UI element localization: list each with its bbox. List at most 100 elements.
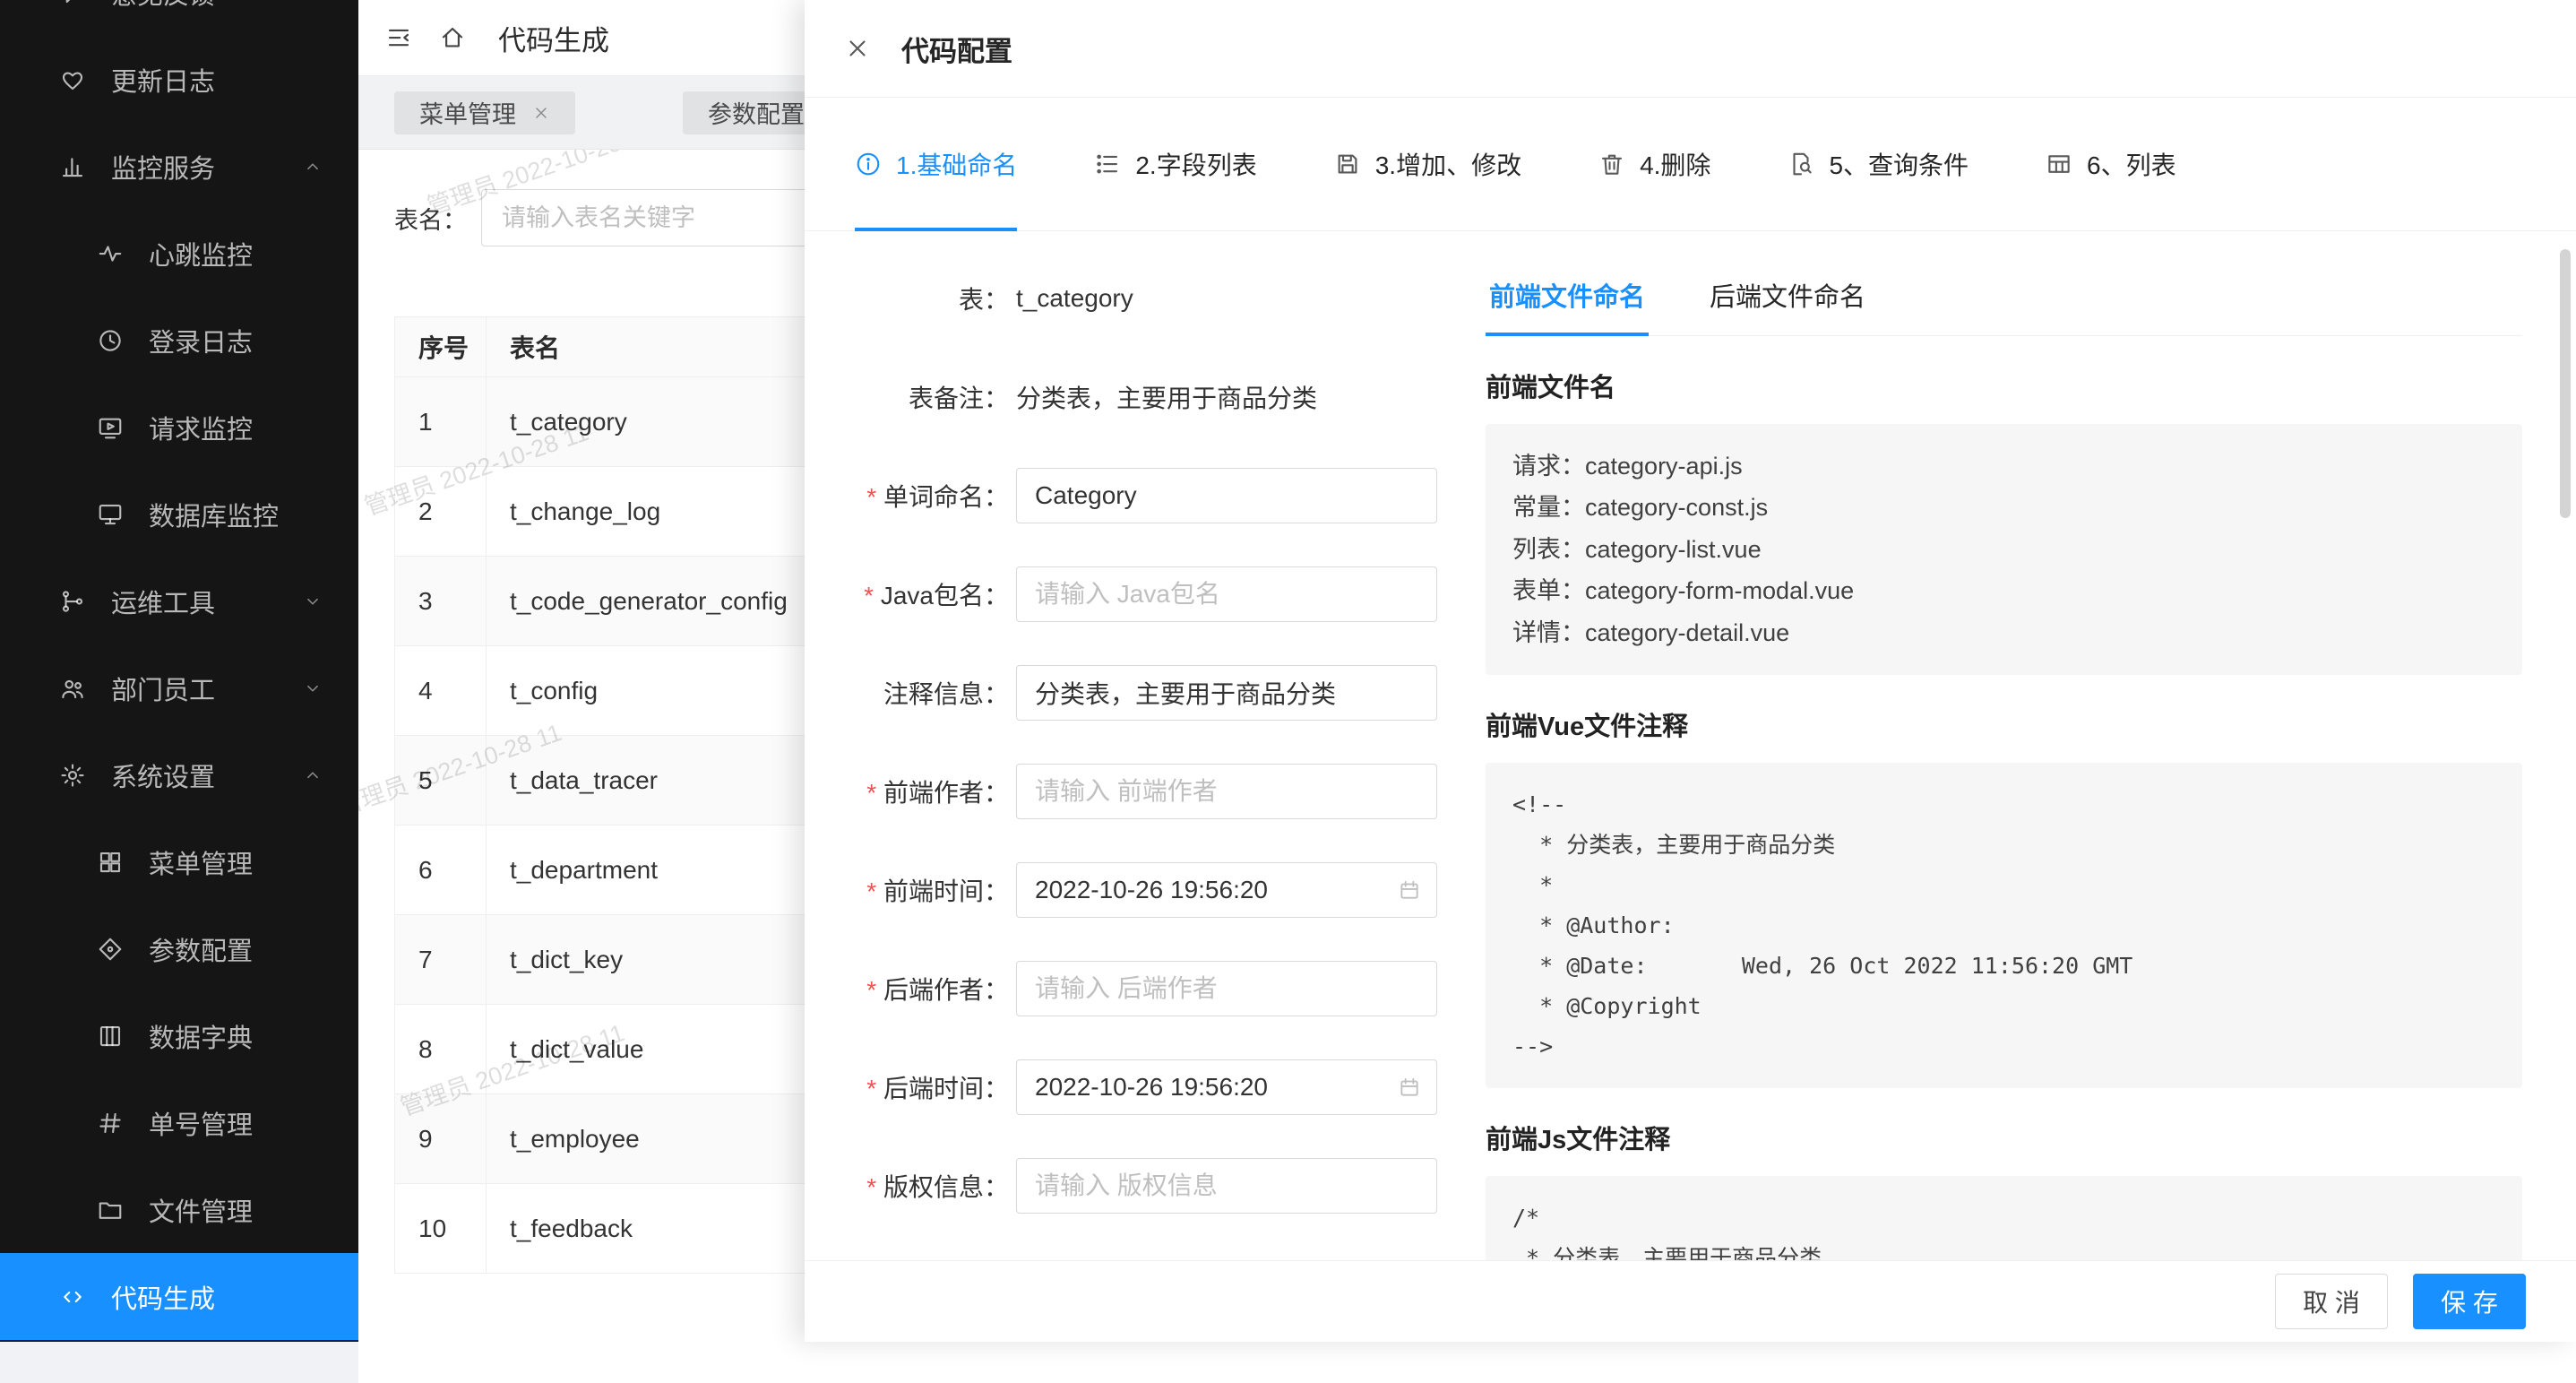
page-tab-label: 菜单管理 — [419, 95, 516, 130]
sidebar-item-7[interactable]: 数据库监控 — [0, 471, 358, 558]
row-index-cell: 10 — [395, 1184, 487, 1274]
sidebar-item-10[interactable]: 系统设置 — [0, 731, 358, 818]
save-button[interactable]: 保 存 — [2413, 1274, 2526, 1329]
sidebar-item-label: 心跳监控 — [149, 235, 253, 272]
calendar-icon[interactable] — [1398, 878, 1421, 902]
code-gen-icon — [57, 1284, 88, 1310]
step-tab-1[interactable]: 1.基础命名 — [855, 98, 1017, 230]
close-icon[interactable] — [844, 35, 871, 62]
info-circle-icon — [855, 151, 882, 177]
data-dict-icon — [95, 1023, 125, 1050]
sidebar-item-label: 运维工具 — [111, 583, 215, 620]
form-input-5[interactable] — [1016, 862, 1437, 918]
sidebar-item-8[interactable]: 运维工具 — [0, 558, 358, 644]
chevron-down-icon — [303, 592, 323, 611]
sidebar-item-2[interactable]: 更新日志 — [0, 36, 358, 123]
step-tab-6[interactable]: 6、列表 — [2046, 98, 2176, 230]
section-box: <!-- * 分类表，主要用于商品分类 * * @Author: * @Date… — [1486, 763, 2522, 1088]
menu-fold-icon[interactable] — [385, 24, 412, 51]
panel-tab-1[interactable]: 前端文件命名 — [1486, 271, 1649, 335]
sidebar-item-label: 文件管理 — [149, 1191, 253, 1229]
step-tab-4[interactable]: 4.删除 — [1598, 98, 1710, 230]
request-monitor-icon — [95, 414, 125, 441]
sidebar-item-13[interactable]: 数据字典 — [0, 992, 358, 1079]
home-icon[interactable] — [439, 24, 466, 51]
form-input-2[interactable] — [1016, 566, 1437, 622]
row-index-cell: 9 — [395, 1094, 487, 1184]
form-input-1[interactable] — [1016, 468, 1437, 523]
section-title: 前端文件名 — [1486, 367, 2522, 404]
form-label: 单词命名： — [840, 478, 1009, 514]
form-label: 前端作者： — [840, 774, 1009, 809]
code-line: * 分类表，主要用于商品分类 — [1512, 1238, 2495, 1260]
code-line: * @Date: Wed, 26 Oct 2022 11:56:20 GMT — [1512, 946, 2495, 986]
step-tab-2[interactable]: 2.字段列表 — [1094, 98, 1256, 230]
panel-tabs: 前端文件命名后端文件命名 — [1486, 271, 2522, 336]
table-grid-icon — [2046, 151, 2072, 177]
chevron-up-icon — [303, 157, 323, 177]
step-tab-3[interactable]: 3.增加、修改 — [1334, 98, 1521, 230]
code-line: 表单：category-form-modal.vue — [1512, 570, 2495, 611]
page-tab-1[interactable]: 菜单管理 — [394, 91, 575, 134]
code-line: /* — [1512, 1197, 2495, 1238]
code-line: 详情：category-detail.vue — [1512, 612, 2495, 653]
row-index-cell: 5 — [395, 736, 487, 825]
monitor-service-icon — [57, 153, 88, 180]
form-input-7[interactable] — [1016, 1059, 1437, 1115]
panel-tab-2[interactable]: 后端文件命名 — [1706, 271, 1869, 335]
form-field-row-6: 后端作者： — [840, 961, 1443, 1016]
form-field-row-1: 单词命名： — [840, 468, 1443, 523]
section-box: /* * 分类表，主要用于商品分类 * * @Author: — [1486, 1176, 2522, 1260]
drawer-footer: 取 消 保 存 — [805, 1260, 2576, 1342]
menu-manage-icon — [95, 849, 125, 876]
sidebar-item-4[interactable]: 心跳监控 — [0, 210, 358, 297]
sidebar-item-15[interactable]: 文件管理 — [0, 1166, 358, 1253]
form-label: 表： — [840, 281, 1009, 316]
sidebar-item-5[interactable]: 登录日志 — [0, 297, 358, 384]
step-tab-5[interactable]: 5、查询条件 — [1788, 98, 1969, 230]
chevron-up-icon — [303, 765, 323, 785]
step-label: 1.基础命名 — [896, 146, 1017, 182]
calendar-icon[interactable] — [1398, 1076, 1421, 1099]
sidebar-item-14[interactable]: 单号管理 — [0, 1079, 358, 1166]
feedback-icon — [57, 0, 88, 6]
scrollbar-thumb[interactable] — [2560, 249, 2571, 518]
code-line: * @Copyright — [1512, 986, 2495, 1026]
sidebar-item-6[interactable]: 请求监控 — [0, 384, 358, 471]
section-title: 前端Vue文件注释 — [1486, 705, 2522, 743]
drawer-title: 代码配置 — [901, 29, 1012, 69]
form-label: 注释信息： — [840, 675, 1009, 711]
form-input-3[interactable] — [1016, 665, 1437, 721]
panel-sections: 前端文件名请求：category-api.js常量：category-const… — [1486, 367, 2522, 1260]
cancel-button[interactable]: 取 消 — [2275, 1274, 2388, 1329]
db-monitor-icon — [95, 501, 125, 528]
sidebar-item-1[interactable]: 意见反馈 — [0, 0, 358, 36]
sidebar-item-label: 部门员工 — [111, 670, 215, 707]
column-header: 序号 — [395, 317, 487, 377]
code-line: 常量：category-const.js — [1512, 487, 2495, 528]
form-input-4[interactable] — [1016, 764, 1437, 819]
sidebar-item-label: 数据库监控 — [149, 496, 279, 533]
sidebar-item-9[interactable]: 部门员工 — [0, 644, 358, 731]
sidebar-item-label: 菜单管理 — [149, 843, 253, 881]
sidebar-menu: 意见反馈更新日志监控服务心跳监控登录日志请求监控数据库监控运维工具部门员工系统设… — [0, 0, 358, 1340]
ops-tools-icon — [57, 588, 88, 615]
form-static-row: 表：t_category — [840, 271, 1443, 326]
row-index-cell: 1 — [395, 377, 487, 467]
form-label: 版权信息： — [840, 1168, 1009, 1204]
sidebar-item-16[interactable]: 代码生成 — [0, 1253, 358, 1340]
code-line: * 分类表，主要用于商品分类 — [1512, 825, 2495, 865]
sidebar-item-label: 登录日志 — [149, 322, 253, 359]
sidebar-item-11[interactable]: 菜单管理 — [0, 818, 358, 905]
team-icon — [57, 675, 88, 702]
form-field-row-3: 注释信息： — [840, 665, 1443, 721]
tab-close-icon[interactable] — [532, 104, 550, 122]
code-line: 请求：category-api.js — [1512, 445, 2495, 487]
delete-icon — [1598, 151, 1625, 177]
sidebar-item-12[interactable]: 参数配置 — [0, 905, 358, 992]
section-title: 前端Js文件注释 — [1486, 1119, 2522, 1156]
form-input-8[interactable] — [1016, 1158, 1437, 1214]
sidebar-item-3[interactable]: 监控服务 — [0, 123, 358, 210]
form-input-6[interactable] — [1016, 961, 1437, 1016]
page-title: 代码生成 — [498, 18, 609, 58]
